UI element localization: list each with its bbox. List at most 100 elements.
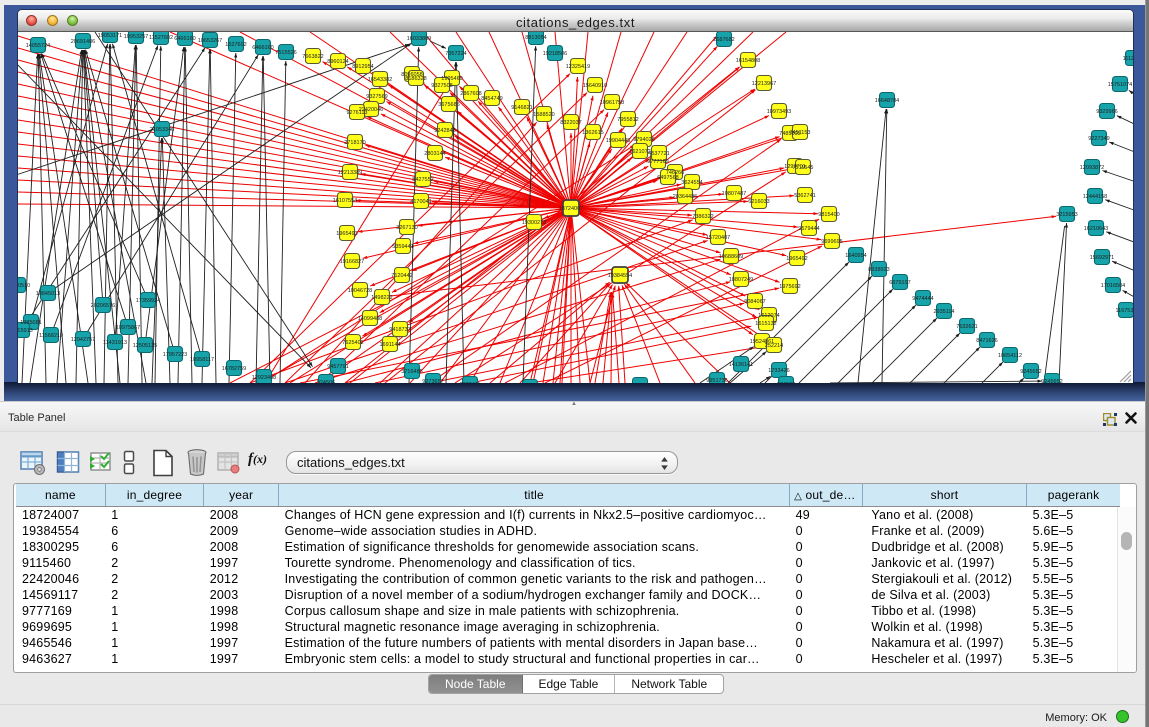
svg-text:15720407: 15720407 [706, 235, 730, 241]
svg-text:15751074: 15751074 [1108, 82, 1132, 88]
svg-text:7515526: 7515526 [275, 50, 296, 56]
svg-text:8813054: 8813054 [525, 35, 546, 41]
svg-text:7663822: 7663822 [302, 54, 323, 60]
svg-text:9273657: 9273657 [422, 379, 443, 383]
svg-text:1691144: 1691144 [379, 342, 400, 348]
svg-text:10046728: 10046728 [348, 288, 372, 294]
svg-text:15640910: 15640910 [583, 83, 607, 89]
svg-text:10953257: 10953257 [124, 34, 148, 40]
svg-text:7357224: 7357224 [445, 51, 466, 57]
svg-text:12213389: 12213389 [338, 170, 362, 176]
svg-text:8938923: 8938923 [868, 267, 889, 273]
svg-text:3716485: 3716485 [401, 369, 422, 375]
svg-text:1362615: 1362615 [582, 130, 603, 136]
svg-text:10653267: 10653267 [198, 38, 222, 44]
svg-text:17016504: 17016504 [1101, 283, 1125, 289]
svg-text:6466160: 6466160 [252, 45, 273, 51]
svg-text:1615132: 1615132 [755, 321, 776, 327]
svg-text:1905460: 1905460 [441, 76, 462, 82]
svg-text:9457791: 9457791 [327, 364, 348, 370]
svg-text:8454749: 8454749 [481, 96, 502, 102]
svg-text:1975692: 1975692 [779, 284, 800, 290]
svg-text:15692971: 15692971 [1090, 255, 1114, 261]
svg-text:2935114: 2935114 [933, 309, 954, 315]
svg-text:16210643: 16210643 [1084, 226, 1108, 232]
svg-text:7955812: 7955812 [617, 117, 638, 123]
svg-text:252214: 252214 [765, 343, 783, 349]
svg-text:8630411: 8630411 [459, 382, 480, 383]
svg-text:1112075: 1112075 [1123, 56, 1133, 62]
svg-text:12942757: 12942757 [71, 337, 95, 343]
svg-text:9227349: 9227349 [1088, 136, 1109, 142]
svg-text:16648784: 16648784 [875, 98, 899, 104]
svg-text:6497568: 6497568 [657, 175, 678, 181]
svg-text:9245652: 9245652 [1041, 379, 1062, 383]
svg-text:9777169: 9777169 [647, 159, 668, 165]
svg-text:11431913: 11431913 [103, 340, 127, 346]
svg-text:16154808: 16154808 [736, 58, 760, 64]
svg-text:21053346: 21053346 [150, 127, 174, 133]
svg-text:3675685: 3675685 [438, 102, 459, 108]
svg-text:2718170: 2718170 [344, 140, 365, 146]
svg-text:8186328: 8186328 [405, 76, 426, 82]
svg-text:16782759: 16782759 [222, 366, 246, 372]
svg-text:11568219: 11568219 [39, 333, 63, 339]
svg-text:12213967: 12213967 [752, 81, 776, 87]
svg-text:20691406: 20691406 [71, 39, 95, 45]
svg-text:7451153: 7451153 [789, 130, 810, 136]
svg-text:9329966: 9329966 [1096, 109, 1117, 115]
svg-text:12444158: 12444158 [1083, 194, 1107, 200]
svg-text:18724007: 18724007 [559, 206, 583, 212]
svg-text:1167533: 1167533 [1115, 308, 1133, 314]
svg-text:16107554: 16107554 [333, 198, 357, 204]
svg-text:9276113: 9276113 [346, 110, 367, 116]
svg-text:9794028: 9794028 [633, 137, 654, 143]
svg-text:1498222: 1498222 [371, 295, 392, 301]
svg-text:12923468: 12923468 [252, 375, 276, 381]
svg-text:9084067: 9084067 [744, 299, 765, 305]
svg-text:1612074: 1612074 [758, 313, 779, 319]
svg-text:10654112: 10654112 [998, 353, 1022, 359]
svg-text:10973493: 10973493 [767, 109, 791, 115]
svg-text:9245652: 9245652 [1020, 369, 1041, 375]
svg-text:14099488: 14099488 [358, 316, 382, 322]
svg-text:14055724: 14055724 [26, 43, 50, 49]
svg-text:17957223: 17957223 [163, 352, 187, 358]
svg-text:1965493: 1965493 [336, 231, 357, 237]
svg-text:5359441: 5359441 [392, 244, 413, 250]
svg-text:10958117: 10958117 [190, 357, 214, 363]
svg-text:14136141: 14136141 [729, 362, 753, 368]
svg-text:26260510: 26260510 [18, 283, 30, 289]
svg-text:12093872: 12093872 [1080, 165, 1104, 171]
svg-text:3215953: 3215953 [1056, 212, 1077, 218]
svg-text:19904448: 19904448 [606, 138, 630, 144]
svg-text:11527602: 11527602 [149, 35, 173, 41]
svg-text:7625402: 7625402 [342, 340, 363, 346]
svg-text:2803144: 2803144 [424, 151, 445, 157]
svg-text:7632621: 7632621 [956, 324, 977, 330]
svg-text:16543382: 16543382 [368, 77, 392, 83]
svg-text:6679197: 6679197 [889, 280, 910, 286]
svg-text:8912954: 8912954 [352, 64, 373, 70]
svg-text:1588520: 1588520 [533, 112, 554, 118]
svg-text:10807487: 10807487 [722, 191, 746, 197]
svg-text:8427552: 8427552 [412, 177, 433, 183]
svg-text:3624554: 3624554 [681, 180, 702, 186]
svg-text:7386322: 7386322 [692, 214, 713, 220]
svg-text:9474444: 9474444 [912, 296, 933, 302]
svg-text:1733426: 1733426 [768, 368, 789, 374]
svg-text:10961758: 10961758 [600, 100, 624, 106]
svg-text:9327569: 9327569 [366, 94, 387, 100]
svg-text:9815400: 9815400 [818, 212, 839, 218]
svg-text:9579444: 9579444 [798, 226, 819, 232]
svg-text:9699695: 9699695 [821, 239, 842, 245]
svg-text:7511545: 7511545 [792, 165, 813, 171]
svg-text:1965492: 1965492 [786, 256, 807, 262]
svg-text:6466160: 6466160 [174, 36, 195, 42]
svg-text:974502: 974502 [777, 382, 795, 383]
svg-text:12325419: 12325419 [566, 64, 590, 70]
svg-text:7120442: 7120442 [391, 273, 412, 279]
svg-text:20206576: 20206576 [91, 303, 115, 309]
svg-text:10975867: 10975867 [116, 325, 140, 331]
svg-text:10688609: 10688609 [719, 254, 743, 260]
